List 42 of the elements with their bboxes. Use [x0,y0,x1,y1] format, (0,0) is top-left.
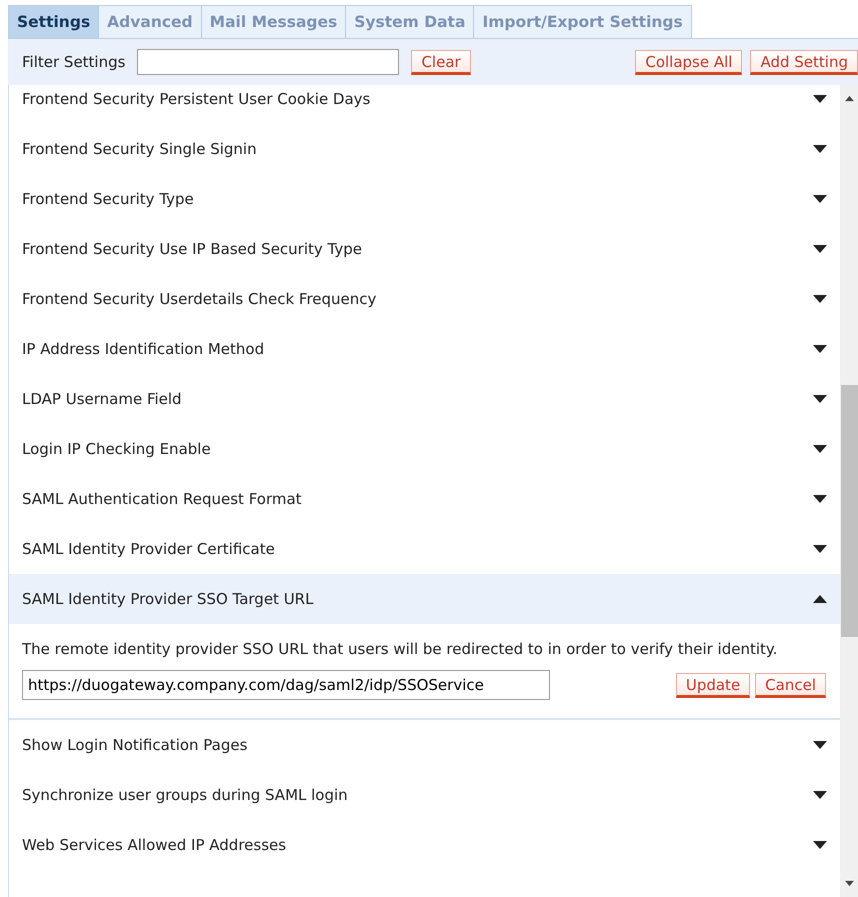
tab[interactable]: Settings [8,5,100,38]
setting-row[interactable]: Show Login Notification Pages [9,720,840,770]
scrollbar[interactable] [840,85,858,897]
collapse-all-button[interactable]: Collapse All [635,50,742,74]
setting-row[interactable]: SAML Identity Provider Certificate [9,524,840,574]
setting-row[interactable]: IP Address Identification Method [9,324,840,374]
setting-row[interactable]: SAML Identity Provider SSO Target URL [9,574,840,624]
setting-value-field[interactable]: https://duogateway.company.com/dag/saml2/idp/SSOService [22,670,550,700]
add-setting-button[interactable]: Add Setting [750,50,858,74]
scroll-up-arrow-icon[interactable] [844,95,855,102]
filter-field[interactable] [137,49,400,75]
expand-arrow-icon[interactable] [812,840,828,850]
setting-row[interactable]: Frontend Security Type [9,174,840,224]
expand-arrow-icon[interactable] [812,244,828,254]
cancel-button[interactable]: Cancel [755,672,826,698]
setting-row[interactable]: Web Services Allowed IP Addresses [9,820,840,870]
update-button[interactable]: Update [676,672,750,698]
setting-row[interactable]: Login IP Checking Enable [9,424,840,474]
expand-arrow-icon[interactable] [812,194,828,204]
scroll-down-arrow-icon[interactable] [844,880,855,887]
expand-arrow-icon[interactable] [812,294,828,304]
expand-arrow-icon[interactable] [812,790,828,800]
setting-row[interactable]: Frontend Security Userdetails Check Frequency [9,274,840,324]
setting-description: The remote identity provider SSO URL that users will be redirected to in order to verify their identity. [22,639,778,660]
collapse-arrow-icon[interactable] [812,594,828,604]
expand-arrow-icon[interactable] [812,444,828,454]
setting-row[interactable]: Synchronize user groups during SAML login [9,770,840,820]
filter-label: Filter Settings [22,53,126,71]
setting-row[interactable]: Frontend Security Single Signin [9,124,840,174]
expand-arrow-icon[interactable] [812,94,828,104]
expand-arrow-icon[interactable] [812,544,828,554]
expand-arrow-icon[interactable] [812,144,828,154]
setting-row[interactable]: Frontend Security Persistent User Cookie Days [9,85,840,124]
setting-row[interactable]: LDAP Username Field [9,374,840,424]
expand-arrow-icon[interactable] [812,394,828,404]
setting-row[interactable]: SAML Authentication Request Format [9,474,840,524]
expand-arrow-icon[interactable] [812,740,828,750]
expand-arrow-icon[interactable] [812,344,828,354]
setting-row[interactable]: Frontend Security Use IP Based Security Type [9,224,840,274]
expand-arrow-icon[interactable] [812,494,828,504]
scrollbar-thumb[interactable] [841,385,858,637]
clear-button[interactable]: Clear [411,50,471,74]
